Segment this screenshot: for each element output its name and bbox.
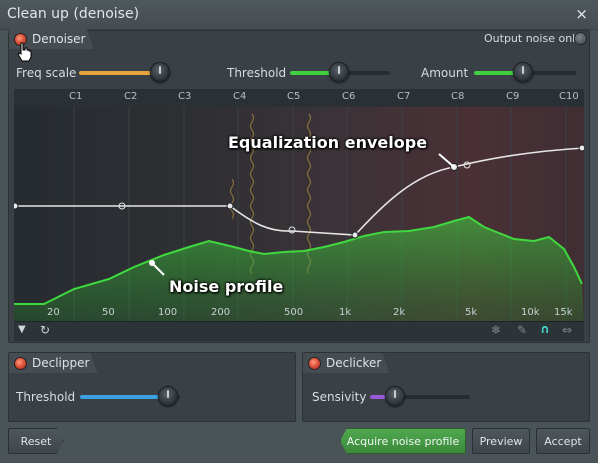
freq-label: 5k — [465, 307, 478, 318]
note-label: C4 — [233, 91, 247, 102]
noise-profile-callout: Noise profile — [169, 277, 284, 296]
close-icon[interactable]: × — [575, 5, 588, 23]
note-label: C5 — [287, 91, 301, 102]
threshold-label: Threshold — [227, 66, 287, 80]
declicker-tab-label: Declicker — [326, 356, 382, 370]
note-label: C3 — [178, 91, 192, 102]
note-label: C6 — [342, 91, 356, 102]
note-label: C8 — [451, 91, 465, 102]
declipper-tab[interactable]: Declipper — [9, 353, 97, 373]
declicker-tab[interactable]: Declicker — [303, 353, 389, 373]
declipper-tab-label: Declipper — [32, 356, 90, 370]
freq-label: 100 — [158, 307, 178, 318]
freq-label: 20 — [47, 307, 60, 318]
freq-label: 200 — [211, 307, 231, 318]
hand-cursor-icon — [17, 42, 32, 62]
freq-scale-fill — [79, 71, 157, 75]
horizontal-arrows-icon[interactable]: ⇔ — [562, 323, 572, 337]
spectrum-graph[interactable]: C1 C2 C3 C4 C5 C6 C7 C8 C9 C10 20 50 100… — [14, 89, 584, 321]
accept-button[interactable]: Accept — [536, 428, 590, 454]
equalization-envelope-callout: Equalization envelope — [228, 133, 428, 152]
declipper-enable-led[interactable] — [14, 357, 27, 370]
preview-button[interactable]: Preview — [472, 428, 530, 454]
triangle-down-icon[interactable]: ▼ — [18, 324, 26, 335]
freq-label: 15k — [554, 307, 573, 318]
freq-label: 2k — [393, 307, 406, 318]
denoiser-tab-label: Denoiser — [32, 32, 86, 46]
refresh-icon[interactable]: ↻ — [40, 323, 50, 337]
note-labels: C1 C2 C3 C4 C5 C6 C7 C8 C9 C10 — [14, 91, 584, 105]
note-label: C9 — [506, 91, 520, 102]
declicker-enable-led[interactable] — [308, 357, 321, 370]
declipper-threshold-knob[interactable] — [158, 386, 178, 406]
threshold-knob[interactable] — [329, 62, 349, 82]
freq-scale-label: Freq scale — [16, 66, 77, 80]
amount-knob[interactable] — [513, 62, 533, 82]
acquire-noise-profile-button[interactable]: Acquire noise profile — [340, 428, 466, 454]
note-label: C1 — [69, 91, 83, 102]
note-label: C2 — [124, 91, 138, 102]
amount-label: Amount — [421, 66, 469, 80]
snowflake-icon[interactable]: ❄ — [491, 323, 501, 337]
reset-button[interactable]: Reset — [8, 428, 64, 454]
noise-pointer-dot — [149, 260, 155, 266]
declipper-threshold-fill — [80, 395, 165, 399]
tag-icon[interactable]: ✎ — [517, 323, 527, 337]
spectrum-svg — [14, 89, 584, 321]
note-label: C7 — [397, 91, 411, 102]
sensivity-knob[interactable] — [385, 386, 405, 406]
magnet-icon[interactable]: ∩ — [540, 322, 550, 336]
freq-labels: 20 50 100 200 500 1k 2k 5k 10k 15k — [14, 307, 584, 321]
freq-label: 10k — [521, 307, 540, 318]
window-title: Clean up (denoise) — [7, 6, 140, 22]
note-label: C10 — [559, 91, 579, 102]
output-noise-only-label: Output noise only — [484, 32, 582, 45]
freq-label: 500 — [284, 307, 304, 318]
graph-toolbar: ▼ ↻ ❄ ✎ ∩ ⇔ — [14, 321, 584, 341]
freq-scale-knob[interactable] — [150, 62, 170, 82]
freq-label: 50 — [102, 307, 115, 318]
freq-label: 1k — [339, 307, 352, 318]
output-noise-only-toggle[interactable] — [574, 32, 587, 45]
title-bar: Clean up (denoise) × — [0, 0, 598, 30]
declipper-threshold-label: Threshold — [16, 390, 76, 404]
sensivity-label: Sensivity — [312, 390, 367, 404]
